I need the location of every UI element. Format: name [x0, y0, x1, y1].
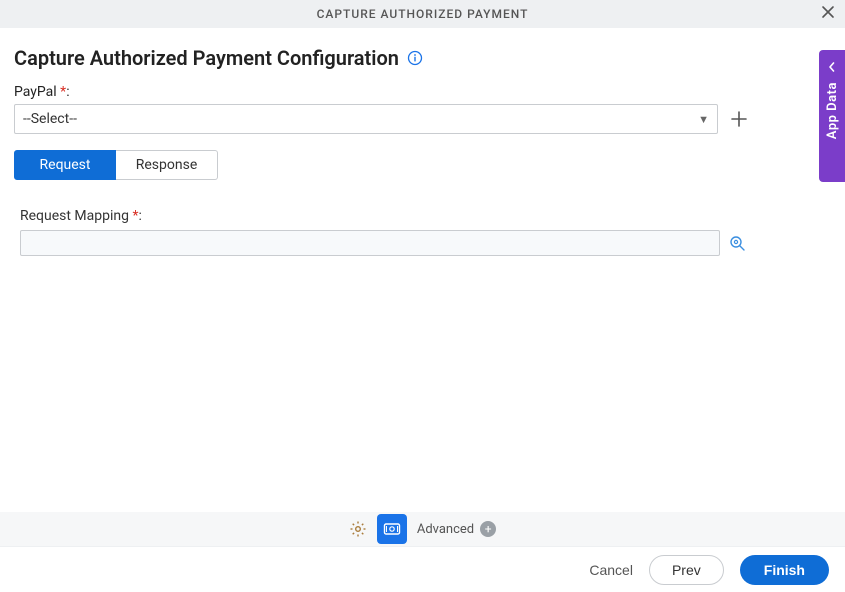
cancel-label: Cancel [589, 562, 633, 578]
advanced-label: Advanced [417, 522, 474, 537]
paypal-select[interactable]: --Select-- ▼ [14, 104, 718, 134]
chevron-left-icon [827, 60, 837, 76]
request-mapping-input[interactable] [20, 230, 720, 256]
add-paypal-button[interactable] [728, 108, 750, 130]
paypal-label: PayPal *: [14, 84, 831, 100]
plus-circle-icon: + [480, 521, 496, 537]
paypal-select-row: --Select-- ▼ [14, 104, 831, 134]
gear-icon[interactable] [349, 520, 367, 538]
paypal-selected-value: --Select-- [23, 111, 77, 127]
request-mapping-label-text: Request Mapping [20, 208, 129, 224]
tab-response[interactable]: Response [116, 150, 218, 180]
label-colon: : [139, 208, 142, 224]
tab-request[interactable]: Request [14, 150, 116, 180]
request-mapping-label: Request Mapping *: [20, 208, 831, 224]
payment-icon[interactable] [377, 514, 407, 544]
finish-label: Finish [764, 562, 805, 578]
bottom-toolbar: Advanced + [0, 512, 845, 546]
tab-response-label: Response [136, 157, 198, 173]
label-colon: : [66, 84, 69, 100]
page-title: Capture Authorized Payment Configuration [14, 46, 399, 70]
info-icon[interactable] [407, 50, 423, 66]
prev-label: Prev [672, 562, 701, 578]
dialog-header: CAPTURE AUTHORIZED PAYMENT [0, 0, 845, 28]
dialog-title: CAPTURE AUTHORIZED PAYMENT [317, 7, 529, 21]
prev-button[interactable]: Prev [649, 555, 724, 585]
app-data-label: App Data [825, 82, 840, 139]
dialog-footer: Cancel Prev Finish [0, 546, 845, 592]
tabs: Request Response [14, 150, 831, 180]
advanced-toggle[interactable]: Advanced + [417, 521, 496, 537]
page-title-row: Capture Authorized Payment Configuration [14, 46, 831, 70]
app-data-side-tab[interactable]: App Data [819, 50, 845, 182]
close-icon[interactable] [821, 5, 835, 23]
preview-icon[interactable] [728, 234, 746, 252]
cancel-button[interactable]: Cancel [589, 562, 633, 578]
dialog-body: Capture Authorized Payment Configuration… [0, 28, 845, 256]
paypal-label-text: PayPal [14, 84, 57, 100]
finish-button[interactable]: Finish [740, 555, 829, 585]
request-mapping-row [20, 230, 831, 256]
chevron-down-icon: ▼ [698, 113, 709, 126]
tab-request-label: Request [40, 157, 91, 173]
